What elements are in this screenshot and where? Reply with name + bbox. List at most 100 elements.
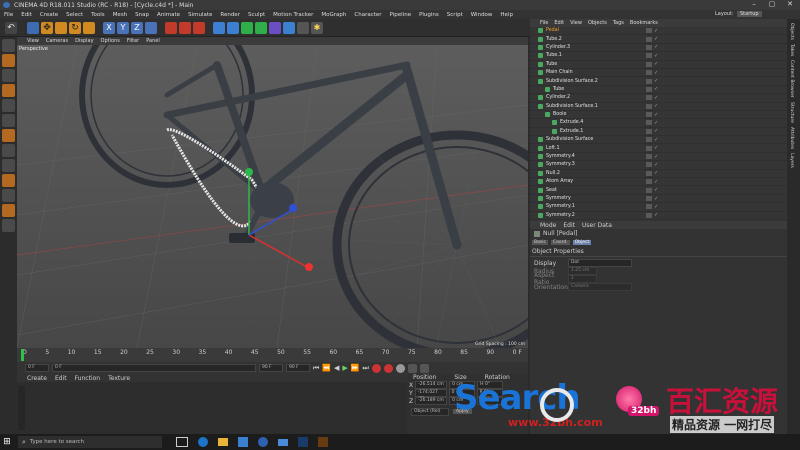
- enable-check-icon[interactable]: ✓: [654, 137, 658, 143]
- menu-file[interactable]: File: [4, 12, 13, 18]
- edit-render-settings-icon[interactable]: [193, 21, 205, 34]
- keyframe-selection-icon[interactable]: [395, 363, 405, 373]
- prop-display-select[interactable]: Dot: [568, 259, 632, 267]
- model-mode-icon[interactable]: [2, 54, 15, 67]
- menu-script[interactable]: Script: [447, 12, 463, 18]
- enable-check-icon[interactable]: ✓: [654, 179, 658, 185]
- light-icon[interactable]: ✱: [311, 21, 323, 34]
- array-icon[interactable]: [255, 21, 267, 34]
- viewport-menu-filter[interactable]: Filter: [127, 38, 139, 44]
- previous-key-icon[interactable]: ⏪: [322, 364, 331, 372]
- photoshop-icon[interactable]: [298, 437, 308, 447]
- visibility-toggle-icon[interactable]: [646, 120, 652, 126]
- enable-axis-icon[interactable]: [2, 144, 15, 157]
- mail-icon[interactable]: [278, 438, 288, 446]
- material-menu-texture[interactable]: Texture: [108, 375, 130, 382]
- play-backwards-icon[interactable]: ◀: [334, 364, 339, 372]
- object-name[interactable]: Subdivision Surface.1: [546, 104, 598, 109]
- object-name[interactable]: Null.2: [546, 171, 560, 176]
- enable-check-icon[interactable]: ✓: [654, 95, 658, 101]
- visibility-toggle-icon[interactable]: [646, 187, 652, 193]
- autokey-icon[interactable]: [383, 363, 393, 373]
- visibility-toggle-icon[interactable]: [646, 36, 652, 42]
- visibility-toggle-icon[interactable]: [646, 44, 652, 50]
- tab-structure[interactable]: Structure: [789, 102, 794, 123]
- render-view-icon[interactable]: [165, 21, 177, 34]
- object-row[interactable]: Tube ✓: [530, 61, 787, 69]
- enable-check-icon[interactable]: ✓: [654, 145, 658, 151]
- cinema4d-taskbar-icon[interactable]: [258, 437, 268, 447]
- enable-check-icon[interactable]: ✓: [654, 28, 658, 34]
- prop-radius-field[interactable]: 1.25 cm: [568, 267, 597, 275]
- menu-edit[interactable]: Edit: [21, 12, 32, 18]
- tab-takes[interactable]: Takes: [789, 44, 794, 56]
- visibility-toggle-icon[interactable]: [646, 53, 652, 59]
- edges-mode-icon[interactable]: [2, 114, 15, 127]
- menu-pipeline[interactable]: Pipeline: [390, 12, 412, 18]
- visibility-toggle-icon[interactable]: [646, 145, 652, 151]
- menu-simulate[interactable]: Simulate: [188, 12, 212, 18]
- object-row[interactable]: Loft.1 ✓: [530, 144, 787, 153]
- material-menu-function[interactable]: Function: [75, 375, 101, 382]
- cube-icon[interactable]: [213, 21, 225, 34]
- lock-workplane-icon[interactable]: [2, 204, 15, 217]
- x-axis-icon[interactable]: X: [103, 21, 115, 34]
- rotation-key-icon[interactable]: [419, 363, 429, 373]
- menu-animate[interactable]: Animate: [157, 12, 180, 18]
- position-x-field[interactable]: -26.514 cm: [415, 381, 448, 389]
- prop-aspect-field[interactable]: 1: [568, 275, 597, 283]
- floor-icon[interactable]: [283, 21, 295, 34]
- enable-check-icon[interactable]: ✓: [654, 212, 658, 218]
- enable-check-icon[interactable]: ✓: [654, 187, 658, 193]
- object-name[interactable]: Tube.1: [546, 53, 562, 58]
- object-row[interactable]: Symmetry.2 ✓: [530, 212, 787, 220]
- visibility-toggle-icon[interactable]: [646, 28, 652, 34]
- position-key-icon[interactable]: [407, 363, 417, 373]
- object-name[interactable]: Seat: [546, 188, 557, 193]
- menu-motion-tracker[interactable]: Motion Tracker: [273, 12, 313, 18]
- camera-icon[interactable]: [297, 21, 309, 34]
- illustrator-icon[interactable]: [318, 437, 328, 447]
- close-icon[interactable]: ✕: [781, 0, 799, 10]
- object-row[interactable]: Cylinder.3 ✓: [530, 44, 787, 53]
- visibility-toggle-icon[interactable]: [646, 204, 652, 210]
- visibility-toggle-icon[interactable]: [646, 212, 652, 218]
- taskbar-search-input[interactable]: Type here to search: [30, 439, 84, 445]
- bend-icon[interactable]: [269, 21, 281, 34]
- tab-basic[interactable]: Basic: [532, 239, 548, 245]
- enable-check-icon[interactable]: ✓: [654, 196, 658, 202]
- object-row[interactable]: Symmetry ✓: [530, 195, 787, 204]
- coordinate-mode-select[interactable]: Object (Rel): [411, 407, 449, 416]
- object-name[interactable]: Symmetry.2: [546, 213, 575, 218]
- tab-content-browser[interactable]: Content Browser: [789, 60, 794, 98]
- enable-check-icon[interactable]: ✓: [654, 162, 658, 168]
- enable-check-icon[interactable]: ✓: [654, 70, 658, 76]
- viewport-menu-options[interactable]: Options: [101, 38, 120, 44]
- task-view-icon[interactable]: [176, 437, 188, 447]
- object-name[interactable]: Extrude.1: [560, 129, 583, 134]
- snap-icon[interactable]: [2, 174, 15, 187]
- z-axis-icon[interactable]: Z: [131, 21, 143, 34]
- go-to-start-icon[interactable]: ⏮: [313, 364, 319, 373]
- enable-check-icon[interactable]: ✓: [654, 154, 658, 160]
- taskbar-search[interactable]: ⌕ Type here to search: [18, 436, 162, 448]
- go-to-end-icon[interactable]: ⏭: [363, 364, 369, 373]
- object-name[interactable]: Tube.2: [546, 37, 562, 42]
- tab-layers[interactable]: Layers: [789, 153, 794, 168]
- visibility-toggle-icon[interactable]: [646, 78, 652, 84]
- enable-check-icon[interactable]: ✓: [654, 170, 658, 176]
- visibility-toggle-icon[interactable]: [646, 61, 652, 67]
- tab-objects[interactable]: Objects: [789, 23, 794, 40]
- object-name[interactable]: Pedal: [546, 28, 559, 33]
- visibility-toggle-icon[interactable]: [646, 112, 652, 118]
- current-frame-field[interactable]: 0 F: [52, 364, 256, 372]
- max-frame-field[interactable]: 90 F: [259, 364, 283, 372]
- perspective-viewport[interactable]: Perspective Grid Spacing: 100 cm: [17, 45, 528, 348]
- attr-menu-mode[interactable]: Mode: [540, 222, 556, 229]
- menu-create[interactable]: Create: [40, 12, 58, 18]
- enable-check-icon[interactable]: ✓: [654, 86, 658, 92]
- windows-start-icon[interactable]: ⊞: [0, 437, 14, 447]
- start-frame-field[interactable]: 0 F: [25, 364, 49, 372]
- menu-mesh[interactable]: Mesh: [113, 12, 127, 18]
- viewport-menu-view[interactable]: View: [27, 38, 39, 44]
